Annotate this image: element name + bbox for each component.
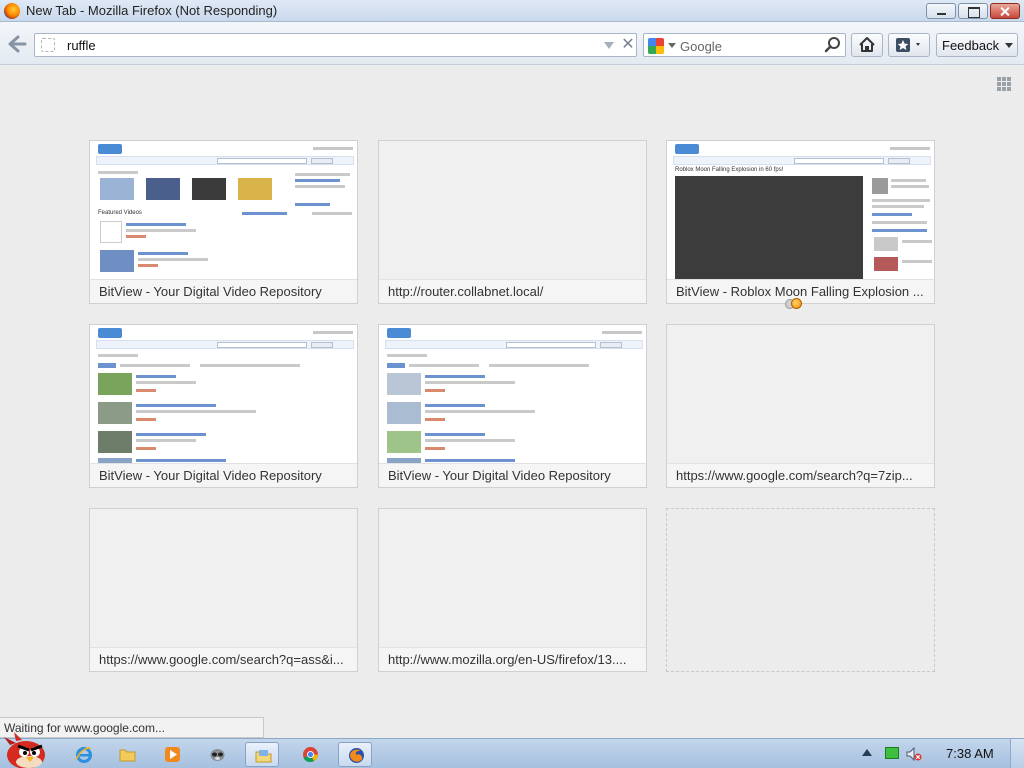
search-engine-dropdown[interactable] [668, 43, 676, 48]
url-bar[interactable]: ruffle ✕ [34, 33, 637, 57]
tile-caption: BitView - Your Digital Video Repository [90, 463, 357, 487]
firefox-taskbar-icon [349, 748, 364, 763]
bookmarks-button[interactable] [888, 33, 930, 57]
tile-caption: http://www.mozilla.org/en-US/firefox/13.… [379, 647, 646, 671]
magnifier-icon[interactable] [824, 36, 842, 54]
tile-2[interactable]: http://router.collabnet.local/ [378, 140, 647, 304]
media-player-taskbar-button[interactable] [155, 742, 189, 767]
tile-6[interactable]: https://www.google.com/search?q=7zip... [666, 324, 935, 488]
navigation-toolbar: ruffle ✕ Google Feedback [0, 22, 1024, 65]
google-icon[interactable] [648, 38, 664, 54]
tile-5[interactable]: BitView - Your Digital Video Repository [378, 324, 647, 488]
url-input[interactable]: ruffle [67, 38, 96, 53]
media-player-icon [165, 747, 180, 762]
home-button[interactable] [851, 33, 883, 57]
tile-caption: https://www.google.com/search?q=7zip... [667, 463, 934, 487]
title-bar: New Tab - Mozilla Firefox (Not Respondin… [0, 0, 1024, 22]
ie-taskbar-button[interactable] [66, 742, 100, 767]
empty-tile-slot[interactable] [666, 508, 935, 672]
close-button[interactable] [990, 3, 1020, 19]
explorer-taskbar-button[interactable] [245, 742, 279, 767]
explorer-icon [255, 750, 272, 763]
firefox-taskbar-button[interactable] [338, 742, 372, 767]
feedback-label: Feedback [942, 38, 1000, 53]
folder-icon [119, 749, 136, 762]
tile-thumbnail [90, 325, 357, 463]
tile-3[interactable]: Roblox Moon Falling Explosion in 60 fps!… [666, 140, 935, 304]
start-orb-icon[interactable] [2, 731, 48, 768]
feedback-button[interactable]: Feedback [936, 33, 1018, 57]
tile-caption: BitView - Your Digital Video Repository [379, 463, 646, 487]
tile-7[interactable]: https://www.google.com/search?q=ass&i... [89, 508, 358, 672]
tray-expand-icon[interactable] [862, 749, 872, 756]
drag-cursor-icon [785, 297, 803, 311]
tile-thumbnail [379, 141, 646, 279]
tile-thumbnail [379, 325, 646, 463]
taskbar: 7:38 AM [0, 732, 1024, 768]
raccoon-icon [210, 749, 225, 761]
raccoon-app-taskbar-button[interactable] [200, 742, 234, 767]
tile-thumbnail [667, 325, 934, 463]
back-button[interactable] [6, 33, 30, 55]
tile-caption: BitView - Your Digital Video Repository [90, 279, 357, 303]
chrome-taskbar-button[interactable] [293, 742, 327, 767]
volume-muted-icon[interactable] [906, 746, 922, 762]
tile-1[interactable]: Featured Videos BitView - Your Digital V… [89, 140, 358, 304]
home-icon [859, 37, 875, 52]
tile-caption: https://www.google.com/search?q=ass&i... [90, 647, 357, 671]
chrome-icon [303, 747, 318, 763]
minimize-button[interactable] [926, 3, 956, 19]
grid-icon[interactable] [997, 77, 1012, 92]
show-desktop-button[interactable] [1010, 739, 1024, 768]
tile-8[interactable]: http://www.mozilla.org/en-US/firefox/13.… [378, 508, 647, 672]
url-history-dropdown[interactable] [604, 42, 614, 49]
network-icon[interactable] [885, 747, 899, 759]
ie-icon [75, 747, 92, 763]
search-input[interactable]: Google [680, 39, 722, 54]
firefox-logo-icon [4, 3, 20, 19]
tile-thumbnail [90, 509, 357, 647]
featured-heading: Featured Videos [98, 210, 142, 216]
back-arrow-icon [8, 35, 27, 53]
tile-4[interactable]: BitView - Your Digital Video Repository [89, 324, 358, 488]
tile-thumbnail: Featured Videos [90, 141, 357, 279]
tile-caption: http://router.collabnet.local/ [379, 279, 646, 303]
maximize-button[interactable] [958, 3, 988, 19]
clock[interactable]: 7:38 AM [946, 746, 994, 761]
bookmarks-icon [896, 38, 920, 52]
chevron-down-icon [1005, 43, 1013, 48]
tile-thumbnail: Roblox Moon Falling Explosion in 60 fps! [667, 141, 934, 279]
search-bar[interactable]: Google [643, 33, 846, 57]
folder-taskbar-button[interactable] [110, 742, 144, 767]
site-identity-icon[interactable] [41, 38, 55, 52]
video-title: Roblox Moon Falling Explosion in 60 fps! [675, 167, 784, 173]
window-title: New Tab - Mozilla Firefox (Not Respondin… [26, 3, 278, 18]
tile-thumbnail [379, 509, 646, 647]
stop-icon[interactable]: ✕ [620, 36, 636, 54]
